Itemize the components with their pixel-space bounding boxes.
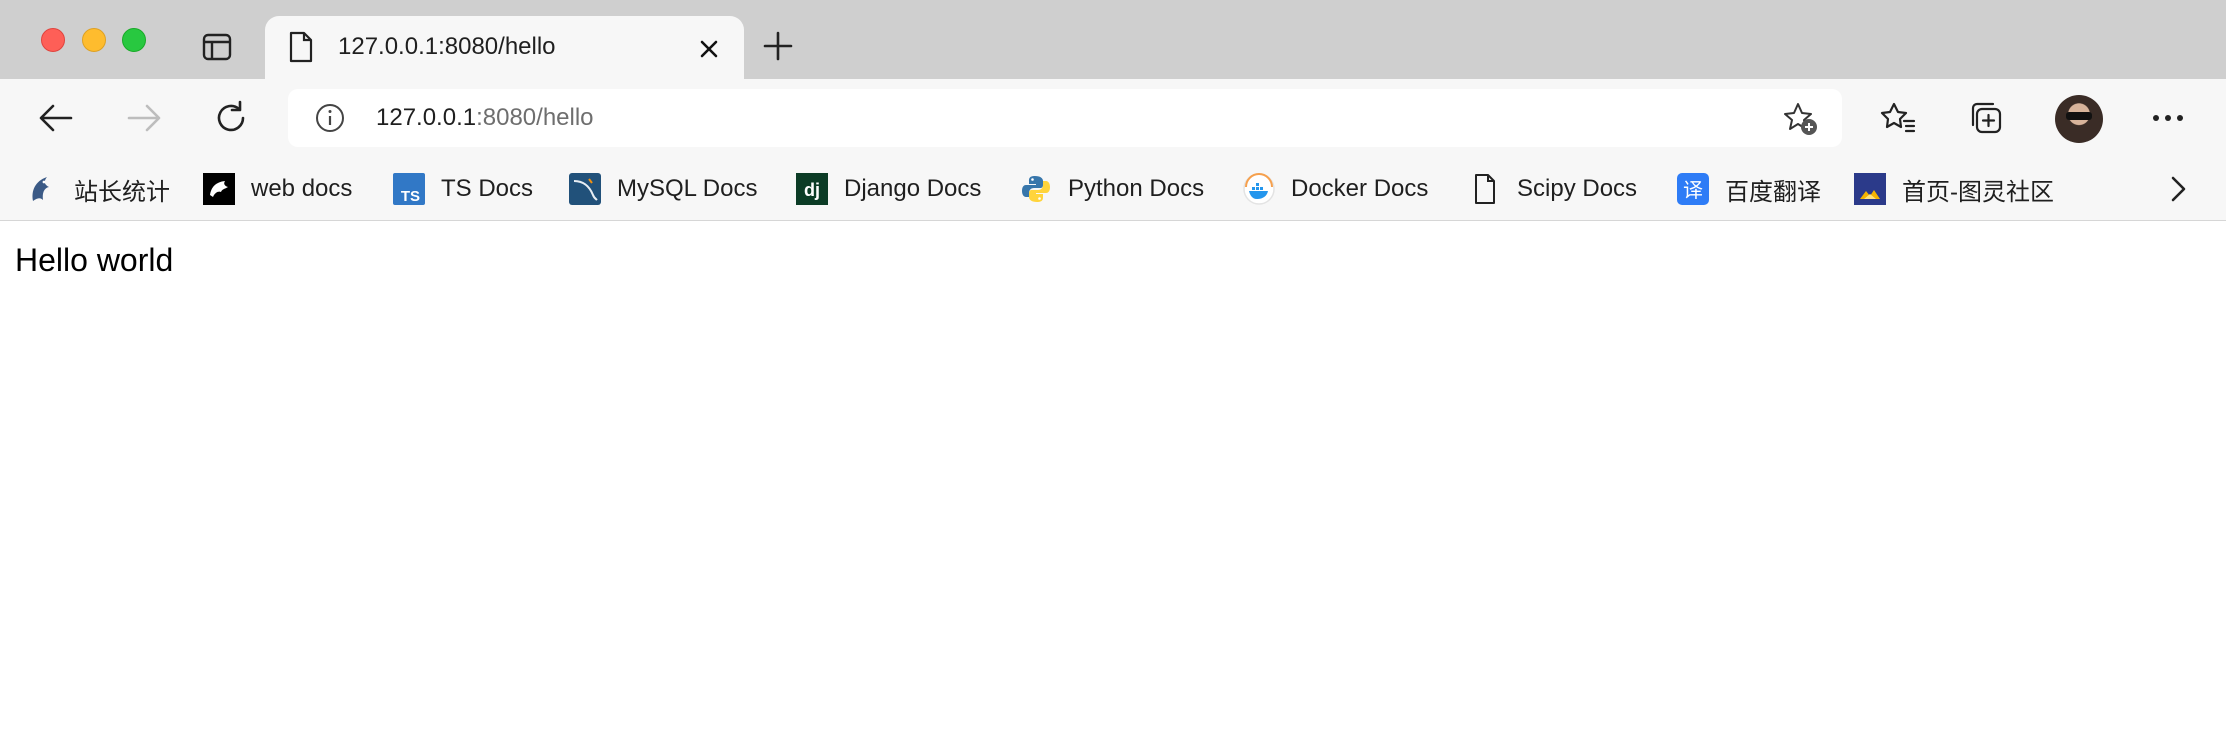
bookmark-item[interactable]: Docker Docs xyxy=(1243,169,1428,209)
page-icon xyxy=(287,30,315,64)
bookmark-item[interactable]: TS TS Docs xyxy=(393,169,533,209)
bookmarks-bar: 站长统计 web docs TS TS Docs MySQL Docs dj D… xyxy=(0,157,2226,221)
dolphin-icon xyxy=(26,173,58,205)
python-icon xyxy=(1020,173,1052,205)
page-content: Hello world xyxy=(0,222,2226,750)
svg-text:译: 译 xyxy=(1683,178,1703,202)
svg-text:dj: dj xyxy=(804,180,820,200)
turing-icon xyxy=(1854,173,1886,205)
tab-actions-icon[interactable] xyxy=(200,30,234,64)
svg-text:TS: TS xyxy=(401,188,420,205)
minimize-window-button[interactable] xyxy=(82,28,106,52)
bookmark-item[interactable]: Python Docs xyxy=(1020,169,1204,209)
reload-icon[interactable] xyxy=(211,98,251,138)
mdn-icon xyxy=(203,173,235,205)
profile-avatar[interactable] xyxy=(2055,95,2103,143)
forward-icon[interactable] xyxy=(124,98,164,138)
close-tab-icon[interactable] xyxy=(698,38,720,60)
django-icon: dj xyxy=(796,173,828,205)
page-icon xyxy=(1469,173,1501,205)
favorites-icon[interactable] xyxy=(1878,98,1918,138)
tab-strip: 127.0.0.1:8080/hello xyxy=(0,0,2226,79)
bookmark-item[interactable]: MySQL Docs xyxy=(569,169,757,209)
translate-icon: 译 xyxy=(1677,173,1709,205)
add-favorite-icon[interactable] xyxy=(1783,101,1819,137)
tab-title: 127.0.0.1:8080/hello xyxy=(338,33,556,60)
collections-icon[interactable] xyxy=(1966,98,2006,138)
bookmark-item[interactable]: Scipy Docs xyxy=(1469,169,1637,209)
typescript-icon: TS xyxy=(393,173,425,205)
bookmark-item[interactable]: web docs xyxy=(203,169,352,209)
address-bar[interactable]: 127.0.0.1:8080/hello xyxy=(288,89,1842,147)
bookmark-item[interactable]: 首页-图灵社区 xyxy=(1854,169,2054,209)
navigation-toolbar: 127.0.0.1:8080/hello xyxy=(0,79,2226,157)
mysql-icon xyxy=(569,173,601,205)
docker-icon xyxy=(1243,173,1275,205)
new-tab-icon[interactable] xyxy=(762,30,794,62)
url-text: 127.0.0.1:8080/hello xyxy=(376,104,594,131)
back-icon[interactable] xyxy=(36,98,76,138)
bookmark-item[interactable]: 站长统计 xyxy=(26,169,170,209)
close-window-button[interactable] xyxy=(41,28,65,52)
more-menu-icon[interactable] xyxy=(2148,98,2188,138)
bookmark-item[interactable]: 译 百度翻译 xyxy=(1677,169,1821,209)
site-info-icon[interactable] xyxy=(314,102,346,134)
chevron-right-icon[interactable] xyxy=(2160,171,2196,207)
zoom-window-button[interactable] xyxy=(122,28,146,52)
bookmark-item[interactable]: dj Django Docs xyxy=(796,169,981,209)
tab-active[interactable]: 127.0.0.1:8080/hello xyxy=(265,16,744,79)
page-text: Hello world xyxy=(15,242,174,278)
